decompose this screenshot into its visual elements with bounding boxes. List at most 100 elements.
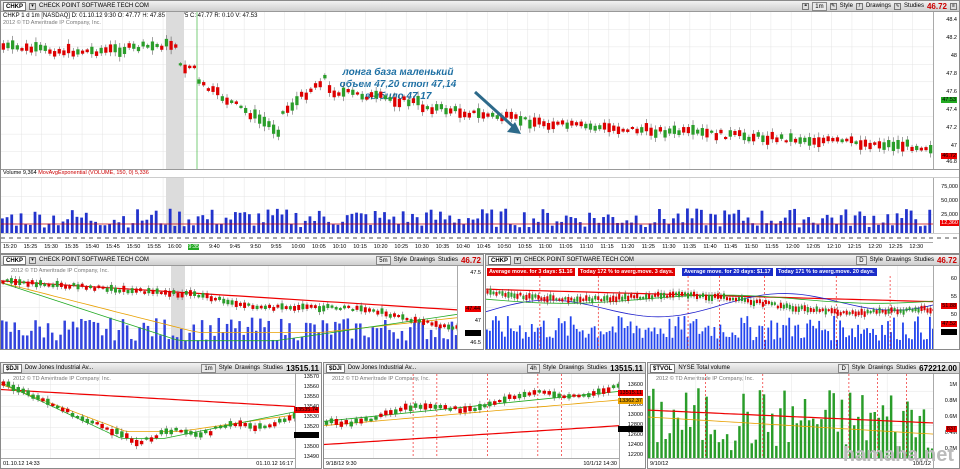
volume-bar <box>697 388 700 460</box>
br-timeframe-button[interactable]: D <box>838 363 849 373</box>
br-drawings-button[interactable]: Drawings <box>868 365 893 371</box>
volume-bar <box>705 396 708 460</box>
candle-body <box>239 105 243 108</box>
dropdown-icon[interactable]: ▾ <box>29 2 37 10</box>
volume-bar <box>486 329 488 349</box>
main-volume-chart[interactable] <box>1 178 933 233</box>
candle-body <box>812 308 815 312</box>
candle-body <box>309 304 313 308</box>
mid-right-drawings-button[interactable]: Drawings <box>886 257 911 263</box>
candle-body <box>742 132 746 141</box>
bm-style-button[interactable]: Style <box>543 365 556 371</box>
scroll-track[interactable] <box>1 235 960 242</box>
mid-left-timeframe-button[interactable]: 5m <box>376 255 391 265</box>
candle-body <box>552 295 555 301</box>
mid-left-symbol-field[interactable]: CHKP <box>3 255 27 265</box>
bm-symbol-field[interactable]: $DJI <box>326 363 345 373</box>
main-studies-button[interactable]: Studies <box>904 3 924 9</box>
mid-right-chart[interactable] <box>486 266 936 349</box>
axis-tick: 13550 <box>303 394 319 400</box>
candle-body <box>534 294 537 298</box>
style-icon[interactable]: ✎ <box>829 2 837 10</box>
candle-body <box>740 296 743 301</box>
candle-body <box>194 432 198 437</box>
volume-bar <box>541 209 545 233</box>
candle-body <box>204 430 208 434</box>
candle-body <box>134 288 138 293</box>
mid-right-studies-button[interactable]: Studies <box>914 257 934 263</box>
mid-left-style-button[interactable]: Style <box>394 257 407 263</box>
candle-body <box>179 430 183 433</box>
menu-icon[interactable]: ≡ <box>950 2 957 10</box>
bl-timeframe-button[interactable]: 1m <box>201 363 216 373</box>
candle-body <box>448 407 452 411</box>
drawings-icon[interactable]: / <box>855 2 863 10</box>
br-symbol-field[interactable]: $TVOL <box>650 363 676 373</box>
candle-body <box>139 440 144 445</box>
dropdown-icon[interactable]: ▾ <box>514 256 522 264</box>
main-timeframe-button[interactable]: 1m <box>812 1 827 11</box>
candle-body <box>567 296 570 303</box>
mid-right-timeframe-button[interactable]: D <box>856 255 867 265</box>
mid-left-chart[interactable] <box>1 266 460 349</box>
bm-drawings-button[interactable]: Drawings <box>559 365 584 371</box>
volume-bar <box>296 340 300 349</box>
link-icon[interactable]: ⚭ <box>802 2 810 10</box>
volume-bar <box>908 338 910 349</box>
main-drawings-button[interactable]: Drawings <box>866 3 891 9</box>
volume-bar <box>288 323 291 349</box>
mid-right-symbol-field[interactable]: CHKP <box>488 255 512 265</box>
bottom-left-chart[interactable] <box>1 374 298 460</box>
volume-bar <box>497 320 500 349</box>
volume-bar <box>506 316 509 349</box>
bl-drawings-button[interactable]: Drawings <box>235 365 260 371</box>
candle-body <box>719 294 723 299</box>
candle-body <box>401 314 405 320</box>
volume-bar <box>632 333 635 349</box>
candle-body <box>905 308 908 312</box>
bm-timeframe-button[interactable]: 4h <box>527 363 540 373</box>
mid-left-studies-button[interactable]: Studies <box>438 257 458 263</box>
scroll-bar[interactable] <box>1 233 960 242</box>
bottom-mid-chart[interactable] <box>324 374 622 460</box>
volume-bar <box>779 221 783 233</box>
main-symbol-field[interactable]: CHKP <box>3 1 27 11</box>
candle-body <box>411 98 416 104</box>
candle-body <box>616 126 621 134</box>
main-price-chart[interactable] <box>1 12 933 169</box>
volume-bar <box>899 339 901 349</box>
mid-right-style-button[interactable]: Style <box>870 257 883 263</box>
br-style-button[interactable]: Style <box>852 365 865 371</box>
bm-studies-button[interactable]: Studies <box>587 365 607 371</box>
bl-symbol-field[interactable]: $DJI <box>3 363 22 373</box>
volume-bar <box>755 225 759 233</box>
candle-body <box>251 305 255 309</box>
axis-tick: 48.2 <box>946 35 957 41</box>
volume-bar <box>695 208 699 233</box>
time-tick: 11:30 <box>662 244 676 250</box>
candle-body <box>782 304 785 309</box>
volume-bar <box>225 323 229 349</box>
volume-bar <box>866 328 868 349</box>
candle-body <box>758 299 761 304</box>
mid-left-drawings-button[interactable]: Drawings <box>410 257 435 263</box>
bl-studies-button[interactable]: Studies <box>263 365 283 371</box>
candle-body <box>197 79 201 84</box>
br-studies-button[interactable]: Studies <box>896 365 916 371</box>
volume-bar <box>243 212 247 233</box>
candle-body <box>346 88 350 93</box>
main-price-axis[interactable]: 48.4 48.2 48 47.8 47.6 47.4 47.2 47 46.8… <box>933 12 959 169</box>
main-style-button[interactable]: Style <box>840 3 853 9</box>
candle-body <box>597 296 600 301</box>
candle-body <box>555 298 558 301</box>
candle-body <box>433 404 438 409</box>
volume-bar <box>134 340 137 349</box>
dropdown-icon[interactable]: ▾ <box>29 256 37 264</box>
candle-body <box>413 403 418 408</box>
candle-body <box>430 107 434 115</box>
bl-style-button[interactable]: Style <box>219 365 232 371</box>
volume-bar <box>721 439 725 460</box>
studies-icon[interactable]: ∿ <box>893 2 901 10</box>
candle-body <box>132 43 136 49</box>
candle-body <box>915 145 919 151</box>
